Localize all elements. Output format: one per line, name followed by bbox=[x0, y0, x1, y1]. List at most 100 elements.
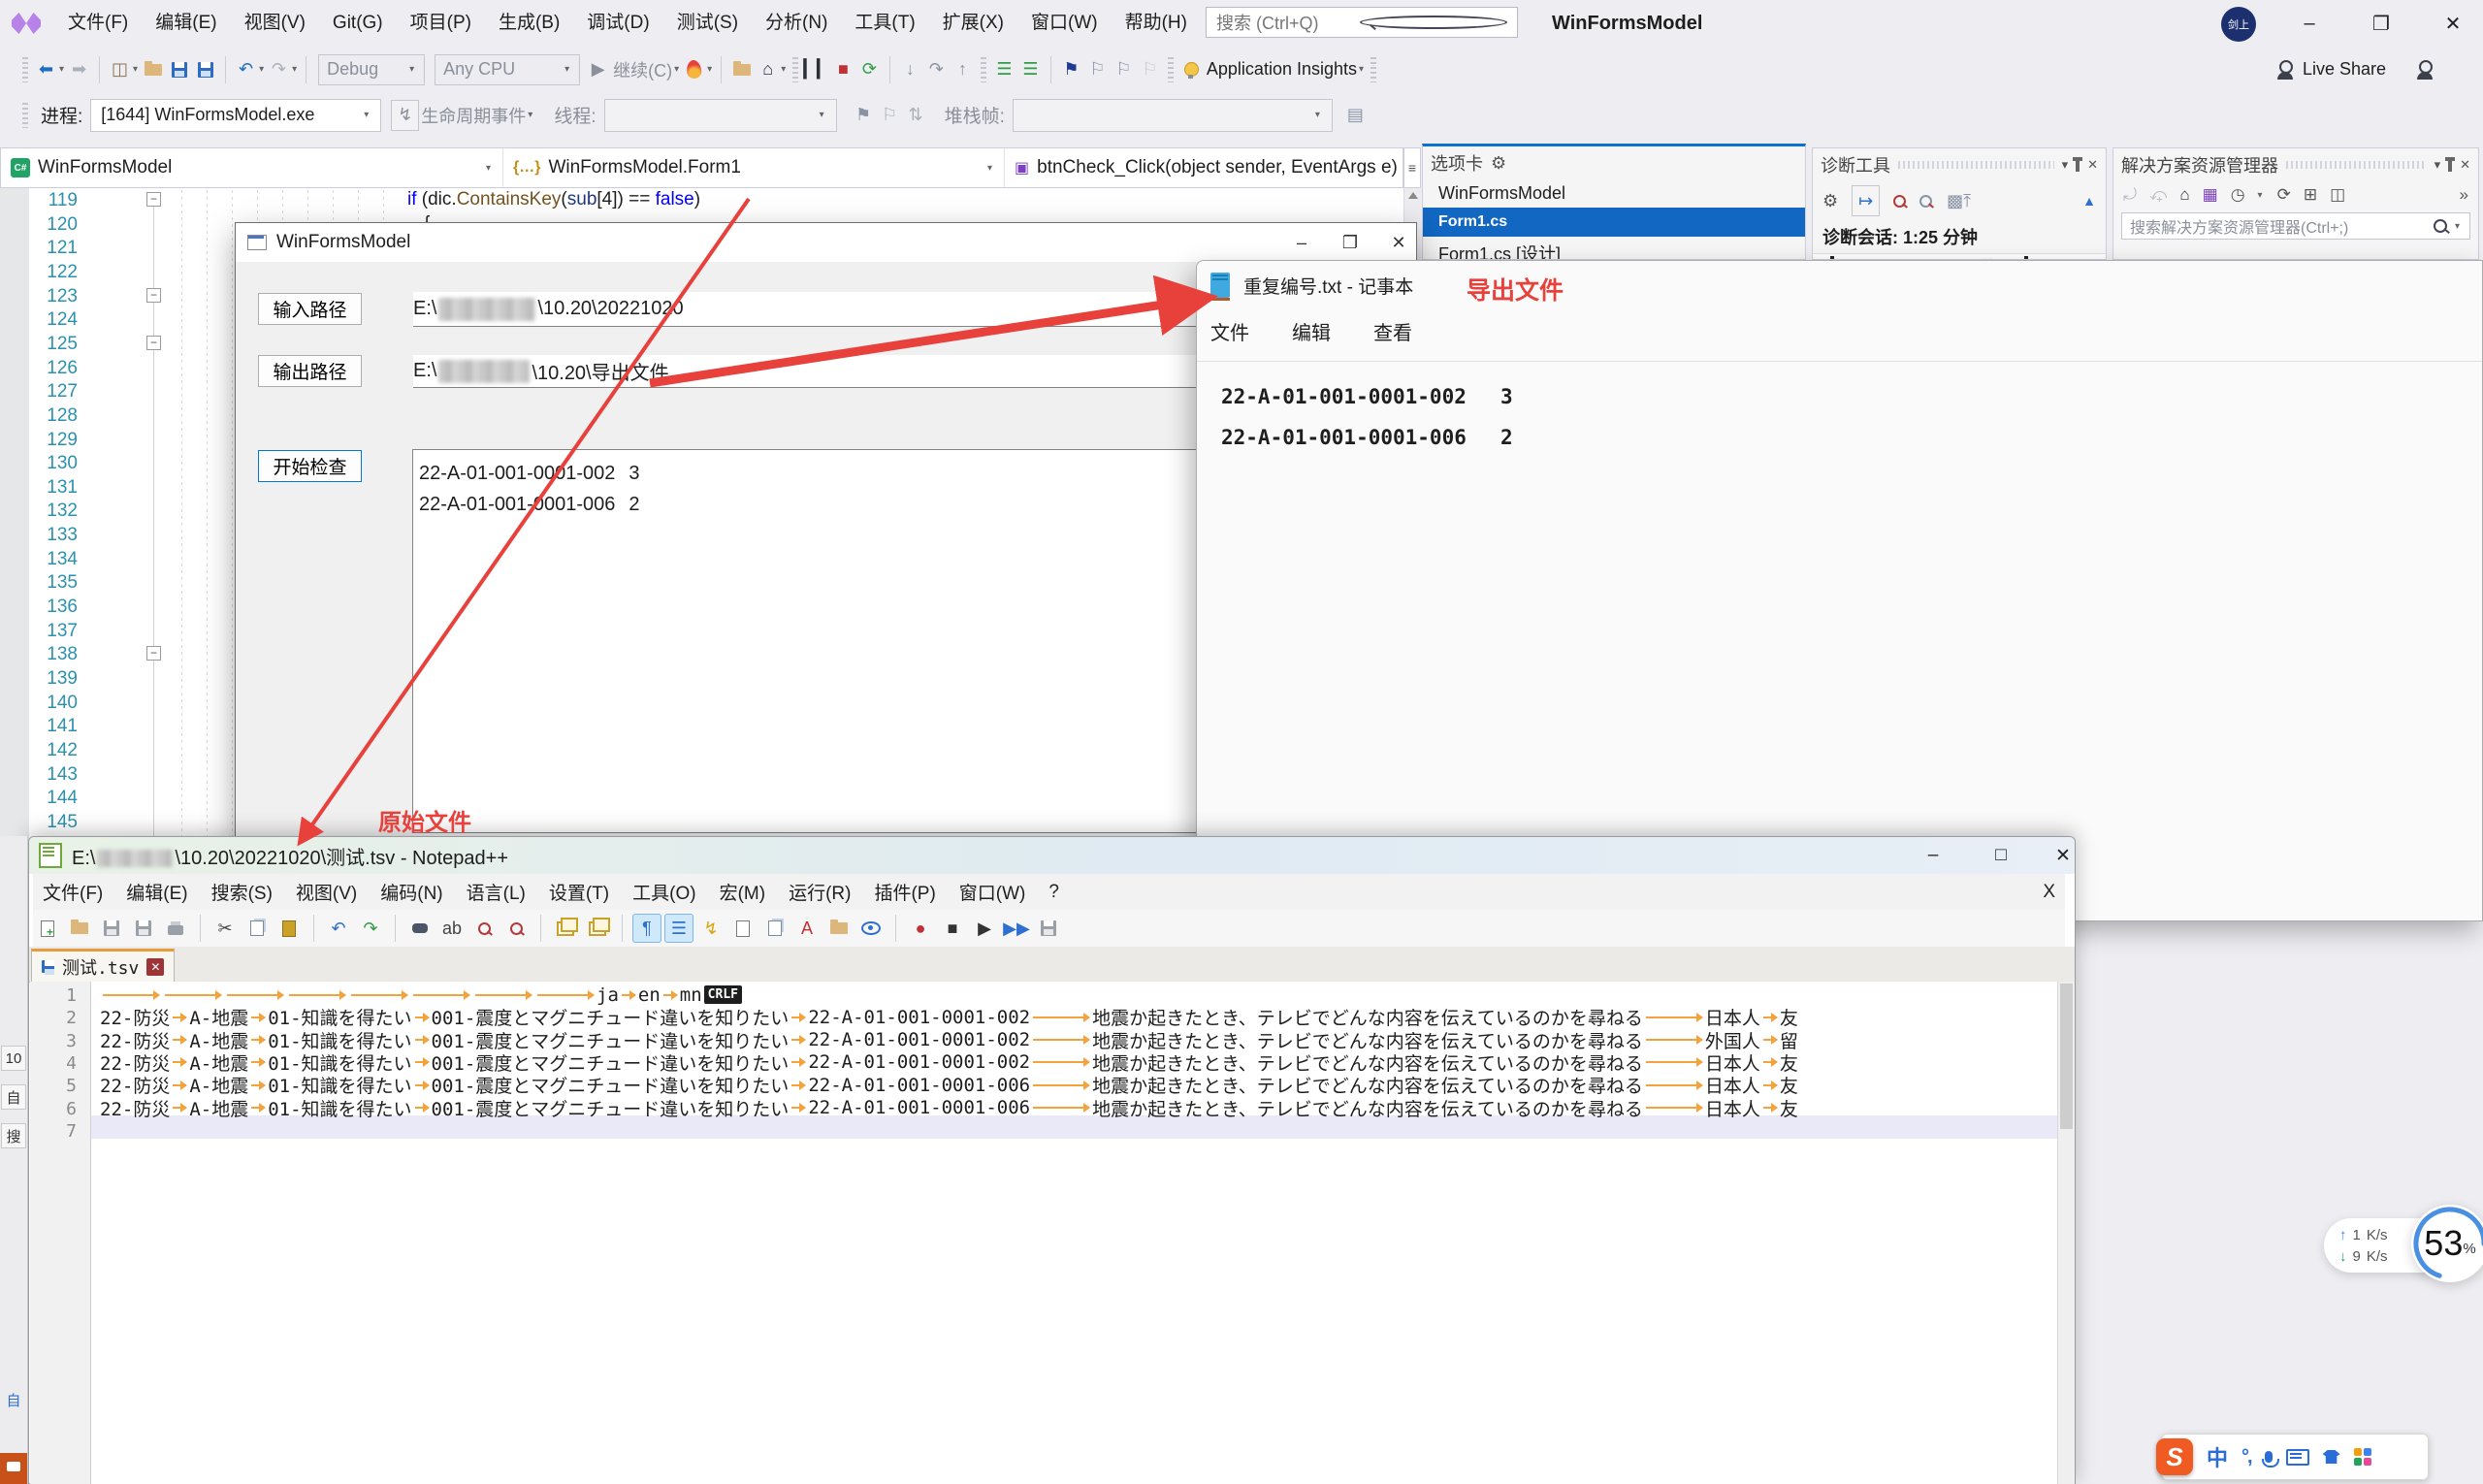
replace-icon[interactable]: ab bbox=[437, 914, 467, 943]
notepad-menu-查看[interactable]: 查看 bbox=[1366, 311, 1420, 351]
home-icon[interactable]: ⌂ bbox=[2179, 185, 2189, 205]
npp-titlebar[interactable]: E:\ \10.20\20221020\测试.tsv - Notepad++ bbox=[29, 837, 2075, 874]
sogou-logo-icon[interactable]: S bbox=[2156, 1438, 2193, 1475]
prev-bookmark-icon[interactable]: ⚐ bbox=[1084, 55, 1111, 84]
refresh-icon[interactable]: ⟳ bbox=[2277, 185, 2291, 205]
results-listbox[interactable]: 22-A-01-001-0001-002 3 22-A-01-001-0001-00… bbox=[412, 449, 1197, 833]
menu-生成(B)[interactable]: 生成(B) bbox=[485, 0, 573, 47]
file-monitor-icon[interactable] bbox=[856, 914, 886, 943]
save-all-icon[interactable] bbox=[192, 55, 218, 84]
npp-minimize-button[interactable]: – bbox=[1919, 843, 1948, 868]
menu-编辑(E)[interactable]: 编辑(E) bbox=[142, 0, 230, 47]
menu-测试(S)[interactable]: 测试(S) bbox=[663, 0, 752, 47]
npp-menu-语言(L)[interactable]: 语言(L) bbox=[457, 875, 535, 909]
stackframe-dropdown[interactable]: ▾ bbox=[1012, 98, 1333, 132]
word-wrap-icon[interactable]: ↯ bbox=[696, 914, 726, 943]
break-all-icon[interactable]: ▎▎ bbox=[803, 55, 830, 84]
next-bookmark-icon[interactable]: ⚐ bbox=[1111, 55, 1137, 84]
redo-icon[interactable]: ↷ bbox=[356, 914, 385, 943]
bookmark-icon[interactable]: ⚑ bbox=[1058, 55, 1084, 84]
notepad-titlebar[interactable]: 重复编号.txt - 记事本 bbox=[1197, 261, 2482, 309]
dialog-close-button[interactable]: ✕ bbox=[1375, 223, 1422, 262]
cut-icon[interactable]: ✂ bbox=[210, 914, 240, 943]
vs-search-box[interactable]: 搜索 (Ctrl+Q) bbox=[1206, 7, 1518, 38]
sync-with-active-document-icon[interactable]: ▦ bbox=[2203, 185, 2218, 205]
input-path-button[interactable]: 输入路径 bbox=[258, 293, 362, 325]
ime-punctuation-icon[interactable]: °, bbox=[2241, 1446, 2252, 1468]
zoom-out-icon[interactable] bbox=[1919, 194, 1933, 208]
menu-帮助(H)[interactable]: 帮助(H) bbox=[1112, 0, 1201, 47]
fold-box-line-125[interactable]: − bbox=[146, 335, 161, 350]
macro-record-icon[interactable]: ● bbox=[906, 914, 935, 943]
tabs-panel-item-selected[interactable]: Form1.cs bbox=[1423, 208, 1805, 237]
method-dropdown[interactable]: ▣ btnCheck_Click(object sender, EventArg… bbox=[1005, 148, 1461, 187]
result-row[interactable]: 22-A-01-001-0001-006 2 bbox=[419, 489, 1190, 520]
zoom-in-icon[interactable] bbox=[469, 914, 499, 943]
process-dropdown[interactable]: [1644] WinFormsModel.exe ▾ bbox=[90, 98, 382, 132]
skin-icon[interactable] bbox=[2322, 1450, 2340, 1464]
macro-run-multiple-icon[interactable]: ▶▶ bbox=[1002, 914, 1031, 943]
function-list-icon[interactable] bbox=[728, 914, 758, 943]
npp-menu-窗口(W)[interactable]: 窗口(W) bbox=[950, 875, 1036, 909]
vs-maximize-button[interactable]: ❐ bbox=[2359, 0, 2403, 47]
fold-box-line-123[interactable]: − bbox=[146, 287, 161, 303]
debug-config-dropdown[interactable]: Debug ▾ bbox=[318, 53, 426, 85]
back-icon[interactable]: ⤾ bbox=[2123, 185, 2137, 205]
chevron-down-icon[interactable]: ▾ bbox=[2062, 157, 2069, 173]
save-all-icon[interactable] bbox=[129, 914, 158, 943]
dialog-minimize-button[interactable]: – bbox=[1278, 223, 1325, 262]
chevron-down-icon[interactable]: ▾ bbox=[2435, 157, 2441, 173]
live-share-group[interactable]: Live Share bbox=[2277, 47, 2434, 92]
npp-menu-编辑(E)[interactable]: 编辑(E) bbox=[116, 875, 197, 909]
pin-icon[interactable] bbox=[2073, 157, 2083, 172]
feedback-person-icon[interactable] bbox=[2417, 59, 2434, 80]
sync-vertical-icon[interactable] bbox=[551, 914, 580, 943]
new-window-icon[interactable]: ◫ bbox=[107, 55, 133, 84]
lifecycle-events-icon[interactable]: ↯ bbox=[391, 99, 420, 131]
flag-icon[interactable]: ⚑ bbox=[851, 101, 877, 130]
app-insights-label[interactable]: Application Insights bbox=[1207, 59, 1357, 80]
zoom-out-icon[interactable] bbox=[501, 914, 531, 943]
npp-menu-视图(V)[interactable]: 视图(V) bbox=[286, 875, 367, 909]
notepad-menu-文件[interactable]: 文件 bbox=[1203, 311, 1257, 351]
format-indent-icon[interactable]: ☰ bbox=[991, 55, 1017, 84]
macro-play-icon[interactable]: ▶ bbox=[970, 914, 999, 943]
show-all-windows-icon[interactable]: ⌂ bbox=[755, 55, 781, 84]
new-file-icon[interactable] bbox=[33, 914, 62, 943]
menu-文件(F)[interactable]: 文件(F) bbox=[54, 0, 142, 47]
forward-icon[interactable]: ➡ bbox=[66, 55, 92, 84]
npp-doc-close-icon[interactable]: X bbox=[2043, 882, 2055, 903]
npp-menu-插件(P)[interactable]: 插件(P) bbox=[864, 875, 945, 909]
output-path-button[interactable]: 输出路径 bbox=[258, 355, 362, 387]
npp-menu-设置(T)[interactable]: 设置(T) bbox=[539, 875, 619, 909]
pin-icon[interactable] bbox=[2445, 157, 2456, 172]
menu-视图(V)[interactable]: 视图(V) bbox=[231, 0, 319, 47]
save-icon[interactable] bbox=[97, 914, 126, 943]
vertical-tab-label[interactable]: 自 bbox=[1, 1387, 26, 1412]
open-file-icon[interactable] bbox=[140, 55, 166, 84]
vs-close-button[interactable]: ✕ bbox=[2431, 0, 2475, 47]
avatar[interactable]: 剑上 bbox=[2221, 7, 2256, 42]
clear-bookmarks-icon[interactable]: ⚐ bbox=[1137, 55, 1163, 84]
close-icon[interactable]: ✕ bbox=[2087, 157, 2098, 173]
npp-menu-文件(F)[interactable]: 文件(F) bbox=[33, 875, 113, 909]
document-map-icon[interactable] bbox=[760, 914, 790, 943]
npp-menu-运行(R)[interactable]: 运行(R) bbox=[779, 875, 860, 909]
redo-icon[interactable]: ↷ bbox=[266, 55, 292, 84]
show-all-characters-icon[interactable]: ¶ bbox=[632, 914, 661, 943]
sync-horizontal-icon[interactable] bbox=[583, 914, 612, 943]
result-row[interactable]: 22-A-01-001-0001-002 3 bbox=[419, 458, 1190, 489]
step-out-icon[interactable]: ↑ bbox=[950, 55, 976, 84]
copy-icon[interactable] bbox=[242, 914, 272, 943]
chart-icon[interactable]: ▩⤒ bbox=[1946, 186, 1972, 215]
microphone-icon[interactable] bbox=[2261, 1451, 2279, 1468]
solution-search-box[interactable]: 搜索解决方案资源管理器(Ctrl+;) ▾ bbox=[2121, 212, 2470, 240]
code-line-119[interactable]: if (dic.ContainsKey(sub[4]) == false) bbox=[407, 189, 700, 210]
threads-step-icon[interactable]: ⇅ bbox=[903, 101, 929, 130]
platform-dropdown[interactable]: Any CPU ▾ bbox=[435, 53, 581, 85]
notepad-menu-编辑[interactable]: 编辑 bbox=[1284, 311, 1338, 351]
pending-changes-icon[interactable]: ◷ bbox=[2231, 185, 2245, 205]
back-icon[interactable]: ⬅ bbox=[33, 55, 59, 84]
forward-icon[interactable]: ⤽ bbox=[2149, 185, 2167, 205]
menu-分析(N)[interactable]: 分析(N) bbox=[752, 0, 841, 47]
